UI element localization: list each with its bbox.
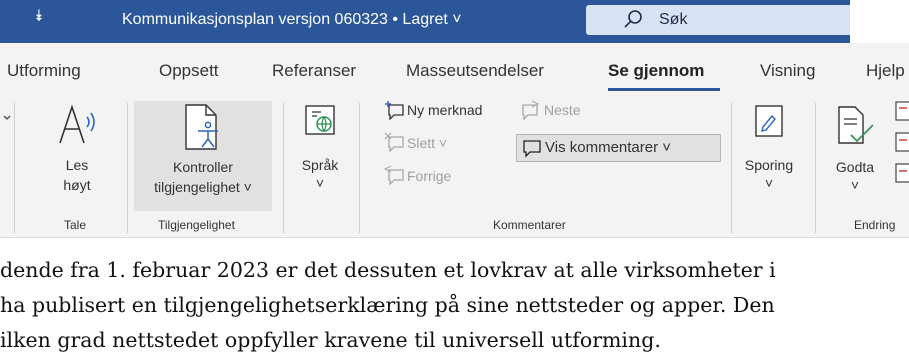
chevron-down-icon: ˅ bbox=[764, 175, 774, 191]
show-comments-label: Vis kommentarer ˅ bbox=[545, 139, 672, 156]
accept-change-icon bbox=[838, 106, 874, 144]
active-tab-indicator bbox=[608, 88, 720, 91]
language-label: Språk bbox=[301, 157, 339, 173]
check-accessibility-label-1: Kontroller bbox=[173, 159, 233, 175]
group-separator bbox=[359, 103, 360, 233]
delete-comment-icon bbox=[384, 132, 404, 152]
read-aloud-icon bbox=[59, 104, 95, 144]
ribbon-tabs: Utforming Oppsett Referanser Masseutsend… bbox=[0, 43, 909, 95]
document-line: dende fra 1. februar 2023 er det dessute… bbox=[0, 258, 776, 282]
document-line: ha publisert en tilgjengelighetserklærin… bbox=[0, 293, 775, 317]
customize-quick-access-button[interactable]: ⯯ bbox=[34, 8, 44, 26]
title-bar: ⯯ Kommunikasjonsplan versjon 060323 • La… bbox=[0, 0, 909, 43]
document-line: ilken grad nettstedet oppfyller kravene … bbox=[0, 328, 661, 352]
group-label-endring: Endring bbox=[854, 218, 896, 232]
next-comment-icon bbox=[522, 100, 540, 120]
accept-label: Godta bbox=[835, 159, 875, 175]
tab-hjelp[interactable]: Hjelp bbox=[866, 61, 905, 81]
ribbon: Les høyt Tale Kontroller tilgjengelighet… bbox=[0, 95, 909, 238]
previous-comment-icon bbox=[384, 165, 404, 185]
group-separator bbox=[127, 103, 128, 233]
search-icon bbox=[624, 10, 642, 28]
chevron-down-icon: ˅ bbox=[315, 175, 325, 191]
reject-change-icon[interactable] bbox=[895, 101, 909, 185]
group-separator bbox=[731, 103, 732, 233]
chevron-down-icon: ˅ bbox=[850, 177, 860, 193]
group-label-tale: Tale bbox=[64, 218, 87, 232]
titlebar-blank bbox=[850, 0, 909, 43]
tab-masseutsendelser[interactable]: Masseutsendelser bbox=[406, 61, 544, 81]
tracking-label: Sporing bbox=[744, 157, 794, 173]
tab-visning[interactable]: Visning bbox=[760, 61, 815, 81]
tracking-icon bbox=[755, 105, 783, 137]
tab-oppsett[interactable]: Oppsett bbox=[159, 61, 219, 81]
new-comment-icon bbox=[385, 101, 404, 120]
group-separator bbox=[283, 103, 284, 233]
tab-se-gjennom[interactable]: Se gjennom bbox=[608, 61, 704, 81]
group-label-tilgjengelighet: Tilgjengelighet bbox=[158, 218, 235, 232]
check-accessibility-label-2: tilgjengelighet ˅ bbox=[154, 179, 252, 195]
search-box[interactable]: Søk bbox=[586, 5, 850, 35]
tab-utforming[interactable]: Utforming bbox=[7, 61, 81, 81]
tab-referanser[interactable]: Referanser bbox=[272, 61, 356, 81]
group-separator bbox=[14, 103, 15, 233]
delete-comment-button[interactable]: Slett ˅ bbox=[407, 135, 447, 151]
read-aloud-label-1: Les bbox=[65, 157, 89, 173]
group-label-kommentarer: Kommentarer bbox=[493, 218, 566, 232]
show-comments-icon bbox=[523, 140, 541, 158]
accessibility-check-icon bbox=[185, 104, 218, 150]
chevron-down-icon[interactable] bbox=[2, 113, 12, 123]
document-area[interactable]: dende fra 1. februar 2023 er det dessute… bbox=[0, 238, 909, 361]
search-label: Søk bbox=[659, 11, 688, 28]
next-comment-button[interactable]: Neste bbox=[544, 102, 581, 118]
read-aloud-label-2: høyt bbox=[63, 177, 91, 193]
group-separator bbox=[815, 103, 816, 233]
previous-comment-button[interactable]: Forrige bbox=[407, 168, 451, 184]
new-comment-button[interactable]: Ny merknad bbox=[407, 102, 482, 118]
language-icon bbox=[305, 105, 335, 135]
document-title[interactable]: Kommunikasjonsplan versjon 060323 • Lagr… bbox=[122, 11, 462, 29]
